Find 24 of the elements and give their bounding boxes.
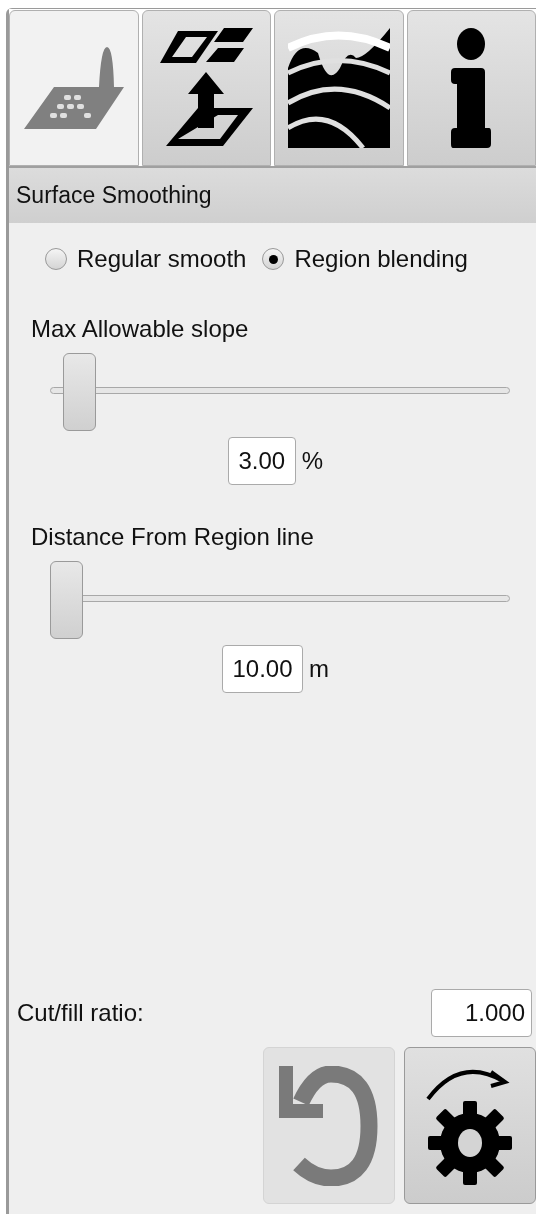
slider[interactable] (50, 561, 510, 641)
apply-button[interactable] (404, 1047, 536, 1204)
ratio-label: Cut/fill ratio: (17, 998, 144, 1028)
radio-option[interactable]: Region blending (262, 241, 468, 277)
tab[interactable] (141, 10, 271, 166)
value-field[interactable]: 10.00 (222, 645, 303, 693)
slider-label: Distance From Region line (30, 522, 315, 552)
slider-thumb[interactable] (62, 353, 96, 431)
unit-label: m (309, 654, 329, 684)
radio-option[interactable]: Regular smooth (45, 241, 247, 277)
ratio-field[interactable]: 1.000 (431, 989, 532, 1037)
slider-label: Max Allowable slope (30, 314, 250, 344)
tab[interactable] (274, 10, 404, 166)
slider-thumb[interactable] (50, 561, 83, 639)
terrain-grid-icon (23, 47, 124, 129)
unit-label: % (301, 446, 324, 476)
undo-icon (279, 1065, 379, 1186)
upload-layers-icon (158, 28, 255, 148)
value-field[interactable]: 3.00 (227, 437, 296, 485)
slider[interactable] (50, 353, 510, 433)
terrain-layers-icon (287, 28, 390, 148)
section-header: Surface Smoothing (9, 168, 536, 223)
tab[interactable] (406, 10, 536, 166)
info-icon (451, 28, 492, 148)
